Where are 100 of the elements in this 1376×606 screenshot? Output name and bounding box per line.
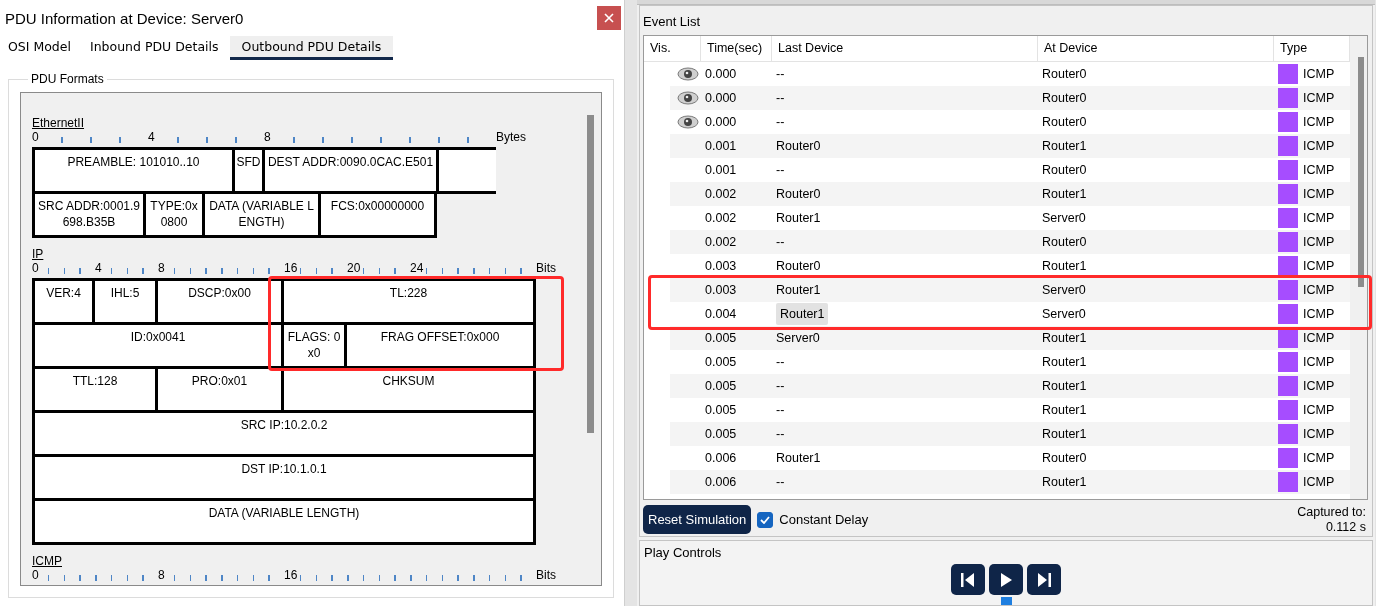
ruler-number: 24 bbox=[410, 261, 424, 275]
table-cell-text: ICMP bbox=[1303, 210, 1335, 227]
event-row[interactable]: 0.006 -- Router1 ICMP bbox=[670, 470, 1350, 494]
event-row[interactable]: 0.005 -- Router1 ICMP bbox=[670, 374, 1350, 398]
eye-icon[interactable] bbox=[676, 67, 699, 81]
event-row[interactable]: 0.004 Router1 Server0 ICMP bbox=[670, 302, 1350, 326]
tab[interactable]: Inbound PDU Details bbox=[81, 36, 228, 60]
event-row[interactable]: 0.000 -- Router0 ICMP bbox=[670, 110, 1350, 134]
ruler-unit: Bytes bbox=[496, 130, 526, 144]
event-row[interactable]: 0.002 Router0 Router1 ICMP bbox=[670, 182, 1350, 206]
ruler-tick bbox=[221, 575, 223, 581]
ruler-tick bbox=[252, 575, 254, 581]
table-cell[interactable]: -- bbox=[776, 427, 785, 441]
table-cell[interactable]: -- bbox=[776, 403, 785, 417]
play-controls-label: Play Controls bbox=[644, 544, 723, 562]
previous-button[interactable] bbox=[951, 564, 985, 595]
play-button[interactable] bbox=[989, 564, 1023, 595]
column-header[interactable]: Vis. bbox=[644, 36, 701, 61]
event-row[interactable]: 0.005 Server0 Router1 ICMP bbox=[670, 326, 1350, 350]
header-field: TTL:128 bbox=[32, 366, 158, 413]
ruler-tick bbox=[126, 268, 128, 274]
table-cell-text: Server0 bbox=[1041, 306, 1087, 323]
table-cell[interactable]: -- bbox=[776, 235, 785, 249]
table-cell[interactable]: Router1 bbox=[776, 303, 829, 325]
event-row[interactable]: 0.002 Router1 Server0 ICMP bbox=[670, 206, 1350, 230]
ruler-tick bbox=[173, 268, 176, 274]
tab[interactable]: Outbound PDU Details bbox=[229, 36, 394, 60]
ruler-tick bbox=[79, 575, 81, 581]
table-cell-text: ICMP bbox=[1303, 474, 1335, 491]
ruler-tick bbox=[351, 137, 353, 143]
table-cell-text: ICMP bbox=[1303, 234, 1335, 251]
table-cell-text: Router0 bbox=[1041, 234, 1088, 251]
reset-simulation-button[interactable]: Reset Simulation bbox=[643, 505, 752, 535]
table-cell[interactable]: Router1 bbox=[776, 451, 821, 465]
ruler-unit: Bits bbox=[536, 568, 556, 582]
table-cell[interactable]: Server0 bbox=[776, 331, 820, 345]
event-list-label: Event List bbox=[643, 13, 702, 31]
ruler-tick bbox=[331, 268, 333, 274]
eye-icon[interactable] bbox=[676, 91, 699, 105]
table-cell[interactable]: -- bbox=[776, 355, 785, 369]
event-row[interactable]: 0.005 -- Router1 ICMP bbox=[670, 398, 1350, 422]
event-row[interactable]: 0.000 -- Router0 ICMP bbox=[670, 86, 1350, 110]
tab[interactable]: OSI Model bbox=[0, 36, 80, 60]
ruler-tick bbox=[205, 268, 207, 274]
table-cell[interactable]: Router0 bbox=[776, 187, 821, 201]
table-cell-text: ICMP bbox=[1303, 186, 1335, 203]
table-cell-text: Server0 bbox=[1041, 210, 1087, 227]
eye-icon[interactable] bbox=[676, 115, 699, 129]
table-cell-text: 0.002 bbox=[704, 210, 738, 227]
table-cell[interactable]: -- bbox=[776, 91, 785, 105]
ruler-tick bbox=[331, 575, 333, 581]
header-field: DATA (VARIABLE LENGTH) bbox=[202, 191, 321, 238]
header-field: SRC ADDR:0001.9698.B35B bbox=[32, 191, 146, 238]
ruler-tick bbox=[63, 575, 65, 581]
table-cell[interactable]: -- bbox=[776, 67, 785, 81]
ruler-tick bbox=[299, 268, 302, 274]
table-cell-text: Router1 bbox=[1041, 330, 1088, 347]
skip-forward-icon bbox=[1036, 571, 1052, 588]
ruler-tick bbox=[206, 137, 208, 143]
table-cell[interactable]: Router0 bbox=[776, 259, 821, 273]
table-cell[interactable]: Router0 bbox=[776, 139, 821, 153]
ruler-tick bbox=[90, 137, 92, 143]
table-cell[interactable]: Router1 bbox=[776, 211, 821, 225]
close-button[interactable] bbox=[597, 6, 621, 30]
event-row[interactable]: 0.006 Router1 Router0 ICMP bbox=[670, 446, 1350, 470]
table-cell-text: ICMP bbox=[1303, 354, 1335, 371]
ruler-tick bbox=[410, 575, 412, 581]
ruler-tick bbox=[378, 575, 380, 581]
ruler-tick bbox=[61, 137, 63, 143]
checkbox[interactable] bbox=[757, 511, 774, 528]
table-cell-text: 0.005 bbox=[704, 354, 738, 371]
event-row[interactable]: 0.002 -- Router0 ICMP bbox=[670, 230, 1350, 254]
event-row[interactable]: 0.001 Router0 Router1 ICMP bbox=[670, 134, 1350, 158]
table-cell[interactable]: -- bbox=[776, 379, 785, 393]
table-cell[interactable]: -- bbox=[776, 115, 785, 129]
ruler-number: 16 bbox=[284, 261, 298, 275]
captured-value: 0.112 s bbox=[1324, 519, 1366, 535]
column-header[interactable]: Last Device bbox=[772, 36, 1038, 61]
event-row[interactable]: 0.003 Router0 Router1 ICMP bbox=[670, 254, 1350, 278]
event-row[interactable]: 0.000 -- Router0 ICMP bbox=[670, 62, 1350, 86]
event-row[interactable]: 0.005 -- Router1 ICMP bbox=[670, 422, 1350, 446]
captured-label: Captured to: bbox=[1297, 504, 1366, 520]
event-row[interactable]: 0.005 -- Router1 ICMP bbox=[670, 350, 1350, 374]
ruler-tick bbox=[189, 268, 191, 274]
column-header[interactable]: Time(sec) bbox=[701, 36, 772, 61]
event-row[interactable]: 0.001 -- Router0 ICMP bbox=[670, 158, 1350, 182]
table-cell[interactable]: -- bbox=[776, 475, 785, 489]
checkmark-icon bbox=[760, 515, 771, 524]
table-cell-text: ICMP bbox=[1303, 90, 1335, 107]
column-header[interactable]: At Device bbox=[1038, 36, 1274, 61]
scrollbar-thumb[interactable] bbox=[587, 115, 594, 433]
table-cell-text: ICMP bbox=[1303, 450, 1335, 467]
event-row[interactable]: 0.003 Router1 Server0 ICMP bbox=[670, 278, 1350, 302]
ruler-tick bbox=[142, 575, 144, 581]
table-cell-text: 0.002 bbox=[704, 234, 738, 251]
table-cell[interactable]: Router1 bbox=[776, 283, 821, 297]
table-cell[interactable]: -- bbox=[776, 163, 785, 177]
ruler-tick bbox=[504, 268, 506, 274]
next-button[interactable] bbox=[1027, 564, 1061, 595]
scrollbar-thumb[interactable] bbox=[1358, 57, 1364, 287]
